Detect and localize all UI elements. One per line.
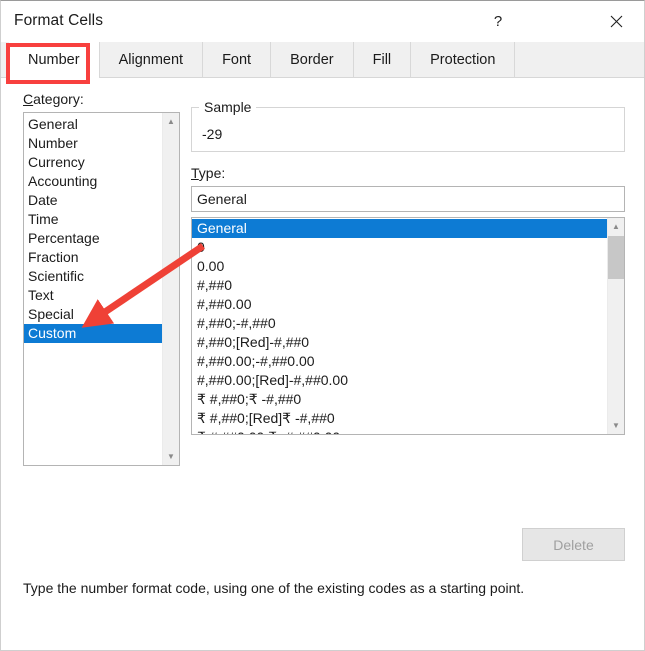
type-item-label: #,##0	[197, 277, 233, 293]
delete-button[interactable]: Delete	[522, 528, 625, 561]
scroll-up-icon[interactable]: ▲	[163, 113, 179, 130]
type-item-label: #,##0.00;[Red]-#,##0.00	[197, 372, 349, 388]
scrollbar-thumb[interactable]	[608, 236, 624, 279]
category-item-label: Date	[28, 192, 58, 208]
type-item[interactable]: General	[192, 219, 607, 238]
tab-protection[interactable]: Protection	[411, 42, 516, 78]
type-item-label: General	[197, 220, 247, 236]
tab-number[interactable]: Number	[9, 42, 100, 79]
sample-legend: Sample	[199, 99, 257, 115]
type-item[interactable]: #,##0	[192, 276, 607, 295]
type-item[interactable]: ₹ #,##0.00;₹ -#,##0.00	[192, 428, 607, 434]
type-item-label: #,##0.00;-#,##0.00	[197, 353, 315, 369]
category-item-label: Custom	[28, 325, 77, 341]
type-item-label: 0	[197, 239, 205, 255]
tab-label: Fill	[372, 52, 392, 68]
type-input[interactable]	[191, 186, 625, 212]
category-item[interactable]: Accounting	[24, 172, 162, 191]
category-item-label: Accounting	[28, 173, 98, 189]
type-item-label: #,##0;[Red]-#,##0	[197, 334, 310, 350]
category-item-label: Fraction	[28, 249, 79, 265]
type-scrollbar[interactable]: ▲ ▼	[607, 218, 624, 434]
scroll-up-icon[interactable]: ▲	[608, 218, 624, 235]
category-item[interactable]: Custom	[24, 324, 162, 343]
category-item-label: Text	[28, 287, 54, 303]
type-item[interactable]: #,##0;-#,##0	[192, 314, 607, 333]
type-item[interactable]: 0	[192, 238, 607, 257]
type-item-label: ₹ #,##0;₹ -#,##0	[197, 391, 302, 407]
type-item[interactable]: 0.00	[192, 257, 607, 276]
tab-label: Font	[222, 52, 252, 68]
type-item[interactable]: #,##0.00	[192, 295, 607, 314]
category-items: General Number Currency Accounting Date Time P…	[24, 113, 162, 343]
type-label: Type:	[191, 165, 226, 181]
tab-font[interactable]: Font	[203, 42, 272, 78]
category-item[interactable]: Percentage	[24, 229, 162, 248]
scroll-down-icon[interactable]: ▼	[608, 417, 624, 434]
type-item-label: #,##0;-#,##0	[197, 315, 276, 331]
category-item-label: Scientific	[28, 268, 85, 284]
category-item[interactable]: Date	[24, 191, 162, 210]
format-cells-dialog: Format Cells ? Number Alignment Font Bor…	[0, 0, 645, 651]
category-label: Category:	[23, 91, 84, 107]
tab-label: Alignment	[118, 52, 184, 68]
type-item[interactable]: ₹ #,##0;[Red]₹ -#,##0	[192, 409, 607, 428]
category-item[interactable]: Text	[24, 286, 162, 305]
category-item-label: Special	[28, 306, 74, 322]
sample-value: -29	[202, 126, 223, 142]
category-item[interactable]: Time	[24, 210, 162, 229]
tab-label: Border	[290, 52, 334, 68]
category-listbox[interactable]: General Number Currency Accounting Date Time P…	[23, 112, 180, 466]
category-item-label: Number	[28, 135, 78, 151]
category-item-label: Time	[28, 211, 59, 227]
type-item[interactable]: #,##0.00;-#,##0.00	[192, 352, 607, 371]
category-item-label: General	[28, 116, 78, 132]
type-item-label: ₹ #,##0.00;₹ -#,##0.00	[197, 429, 340, 434]
category-item[interactable]: Number	[24, 134, 162, 153]
help-icon[interactable]: ?	[478, 5, 518, 37]
category-item-label: Currency	[28, 154, 85, 170]
tab-label: Protection	[430, 52, 496, 68]
scroll-down-icon[interactable]: ▼	[163, 448, 179, 465]
close-icon[interactable]	[596, 5, 636, 37]
category-item[interactable]: General	[24, 115, 162, 134]
type-listbox[interactable]: General 0 0.00 #,##0 #,##0.00 #,##0;-#,##0 #,#…	[191, 217, 625, 435]
tab-label: Number	[28, 52, 80, 68]
type-item[interactable]: #,##0;[Red]-#,##0	[192, 333, 607, 352]
hint-text: Type the number format code, using one o…	[23, 580, 525, 596]
category-scrollbar[interactable]: ▲ ▼	[162, 113, 179, 465]
category-item-label: Percentage	[28, 230, 100, 246]
type-item-label: 0.00	[197, 258, 225, 274]
dialog-title: Format Cells	[14, 12, 104, 29]
type-item-label: ₹ #,##0;[Red]₹ -#,##0	[197, 410, 335, 426]
type-item[interactable]: #,##0.00;[Red]-#,##0.00	[192, 371, 607, 390]
type-item[interactable]: ₹ #,##0;₹ -#,##0	[192, 390, 607, 409]
dialog-body: Category: General Number Currency Accountin…	[1, 78, 644, 650]
tab-alignment[interactable]: Alignment	[100, 42, 204, 78]
category-item[interactable]: Fraction	[24, 248, 162, 267]
category-item[interactable]: Special	[24, 305, 162, 324]
category-item[interactable]: Scientific	[24, 267, 162, 286]
tab-fill[interactable]: Fill	[354, 42, 412, 78]
type-item-label: #,##0.00	[197, 296, 252, 312]
type-items: General 0 0.00 #,##0 #,##0.00 #,##0;-#,##0 #,#…	[192, 218, 607, 434]
title-bar: Format Cells ?	[1, 1, 644, 41]
tab-border[interactable]: Border	[271, 42, 354, 78]
tab-strip: Number Alignment Font Border Fill Protec…	[1, 42, 644, 79]
category-item[interactable]: Currency	[24, 153, 162, 172]
